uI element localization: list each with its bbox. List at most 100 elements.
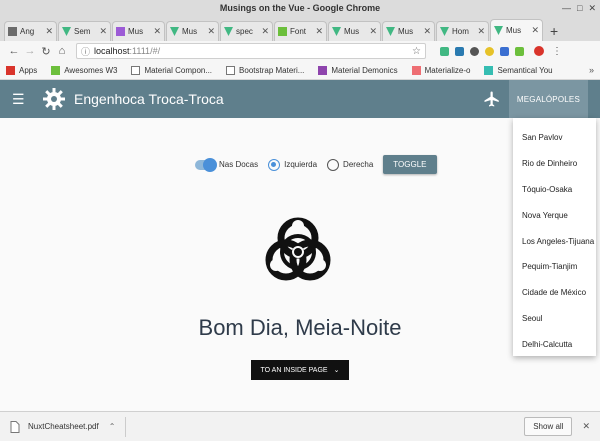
star-icon[interactable]: ☆ xyxy=(412,46,421,57)
main-content: Nas Docas Izquierda Derecha TOGGLE Bom D… xyxy=(0,118,600,411)
new-tab-icon[interactable]: + xyxy=(550,21,558,41)
bookmark-item[interactable]: Awesomes W3 xyxy=(51,65,117,75)
browser-tab[interactable]: Mus ✕ xyxy=(382,21,435,41)
tab-close-icon[interactable]: ✕ xyxy=(477,26,485,37)
extensions-bar xyxy=(440,46,524,56)
extension-icon[interactable] xyxy=(500,46,509,56)
airplane-icon[interactable] xyxy=(483,90,501,108)
chevron-up-icon[interactable]: ⌃ xyxy=(109,422,116,431)
tab-title: Mus xyxy=(506,26,522,35)
more-bookmarks-icon[interactable]: » xyxy=(589,65,594,75)
toggle-button[interactable]: TOGGLE xyxy=(383,155,437,174)
browser-tab[interactable]: Sem ✕ xyxy=(58,21,111,41)
extension-icon[interactable] xyxy=(455,46,464,56)
hamburger-menu-icon[interactable]: ☰ xyxy=(12,91,28,108)
tab-close-icon[interactable]: ✕ xyxy=(423,26,431,37)
dropdown-item[interactable]: Tóquio-Osaka xyxy=(513,177,596,203)
dropdown-item[interactable]: San Pavlov xyxy=(513,125,596,151)
dropdown-item[interactable]: Rio de Dinheiro xyxy=(513,151,596,177)
browser-tab[interactable]: Font ✕ xyxy=(274,21,327,41)
megalopoles-label: MEGALÓPOLES xyxy=(516,94,580,104)
extension-icon[interactable] xyxy=(470,46,479,56)
radio-izquierda[interactable] xyxy=(268,158,281,171)
document-icon xyxy=(8,27,17,36)
bookmark-item[interactable]: Apps xyxy=(6,65,38,75)
tab-close-icon[interactable]: ✕ xyxy=(531,25,539,36)
tab-close-icon[interactable]: ✕ xyxy=(45,26,53,37)
maximize-icon[interactable]: □ xyxy=(577,0,582,17)
materialize-icon xyxy=(411,65,421,75)
extension-icon[interactable] xyxy=(515,46,524,56)
tab-close-icon[interactable]: ✕ xyxy=(369,26,377,37)
tab-close-icon[interactable]: ✕ xyxy=(261,26,269,37)
vue-icon xyxy=(494,26,503,35)
dropdown-item[interactable]: Pequim-Tianjim xyxy=(513,254,596,280)
bookmark-item[interactable]: Semantical You xyxy=(484,65,553,75)
tab-close-icon[interactable]: ✕ xyxy=(315,26,323,37)
bookmark-item[interactable]: Bootstrap Materi... xyxy=(226,65,305,75)
dropdown-item[interactable]: Cidade de México xyxy=(513,280,596,306)
bookmark-item[interactable]: Material Demonics xyxy=(318,65,398,75)
tab-title: Hom xyxy=(452,27,469,36)
browser-tab[interactable]: Ang ✕ xyxy=(4,21,57,41)
apps-icon xyxy=(6,65,15,75)
info-icon[interactable]: ⓘ xyxy=(81,45,90,58)
tab-close-icon[interactable]: ✕ xyxy=(99,26,107,37)
vue-devtools-icon[interactable] xyxy=(440,46,449,56)
divider xyxy=(125,416,127,437)
megalopoles-menu-button[interactable]: MEGALÓPOLES xyxy=(508,80,588,118)
tab-close-icon[interactable]: ✕ xyxy=(153,26,161,37)
radio-derecha[interactable] xyxy=(327,158,340,171)
tab-title: Ang xyxy=(20,27,35,36)
switch-knob xyxy=(203,157,217,172)
dropdown-item[interactable]: Nova Yerque xyxy=(513,202,596,228)
app-bar: ☰ Engenhoca Troca-Troca MEGALÓPOLES xyxy=(0,80,600,118)
download-filename[interactable]: NuxtCheatsheet.pdf xyxy=(28,422,99,431)
close-icon[interactable]: ✕ xyxy=(582,421,590,432)
bookmarks-bar: Apps Awesomes W3 Material Compon... Bootstr… xyxy=(0,61,600,80)
bookmark-item[interactable]: Material Compon... xyxy=(131,65,213,75)
bookmark-label: Material Compon... xyxy=(144,65,213,75)
vue-icon xyxy=(224,27,233,36)
tab-title: Sem xyxy=(74,27,91,36)
dropdown-item[interactable]: Los Angeles-Tijuana xyxy=(513,228,596,254)
browser-tab[interactable]: Mus ✕ xyxy=(112,21,165,41)
minimize-icon[interactable]: — xyxy=(562,0,571,17)
tab-strip: Ang ✕ Sem ✕ Mus ✕ Mus ✕ spec ✕ Font ✕ Mus ✕ Mus ✕ Hom ✕ Mu… xyxy=(0,17,600,41)
browser-tab[interactable]: Mus ✕ xyxy=(166,21,219,41)
extension-icon[interactable] xyxy=(485,46,494,56)
controls-row: Nas Docas Izquierda Derecha TOGGLE xyxy=(195,155,437,174)
browser-tab[interactable]: spec ✕ xyxy=(220,21,273,41)
chevron-down-icon: ⌄ xyxy=(333,367,340,374)
profile-avatar[interactable] xyxy=(534,46,544,56)
browser-tab[interactable]: Mus ✕ xyxy=(490,19,543,41)
bookmark-item[interactable]: Materialize-o xyxy=(411,65,470,75)
w3-icon xyxy=(51,65,61,75)
home-icon[interactable]: ⌂ xyxy=(54,45,70,57)
dropdown-item[interactable]: Delhi-Calcutta xyxy=(513,331,596,357)
url-host: localhost xyxy=(94,46,130,56)
semantic-icon xyxy=(484,65,494,75)
tab-title: spec xyxy=(236,27,253,36)
close-icon[interactable]: ✕ xyxy=(588,0,596,17)
biohazard-icon xyxy=(265,217,331,281)
show-all-button[interactable]: Show all xyxy=(524,417,573,436)
docas-switch[interactable] xyxy=(195,157,217,172)
m-icon xyxy=(116,27,125,36)
back-icon[interactable]: ← xyxy=(6,45,22,57)
dropdown-item[interactable]: Seoul xyxy=(513,306,596,332)
browser-tab[interactable]: Mus ✕ xyxy=(328,21,381,41)
bookmark-label: Bootstrap Materi... xyxy=(239,65,305,75)
document-icon xyxy=(131,65,141,75)
inside-page-button[interactable]: TO AN INSIDE PAGE ⌄ xyxy=(251,360,349,380)
tab-close-icon[interactable]: ✕ xyxy=(207,26,215,37)
browser-tab[interactable]: Hom ✕ xyxy=(436,21,489,41)
menu-icon[interactable]: ⋮ xyxy=(552,46,562,57)
gear-logo-icon xyxy=(43,88,65,110)
vue-icon xyxy=(386,27,395,36)
address-bar[interactable]: ⓘ localhost :1111/#/ ☆ xyxy=(76,43,426,59)
bookmark-label: Apps xyxy=(19,65,38,75)
vue-icon xyxy=(62,27,71,36)
reload-icon[interactable]: ↻ xyxy=(38,45,54,58)
forward-icon[interactable]: → xyxy=(22,45,38,57)
